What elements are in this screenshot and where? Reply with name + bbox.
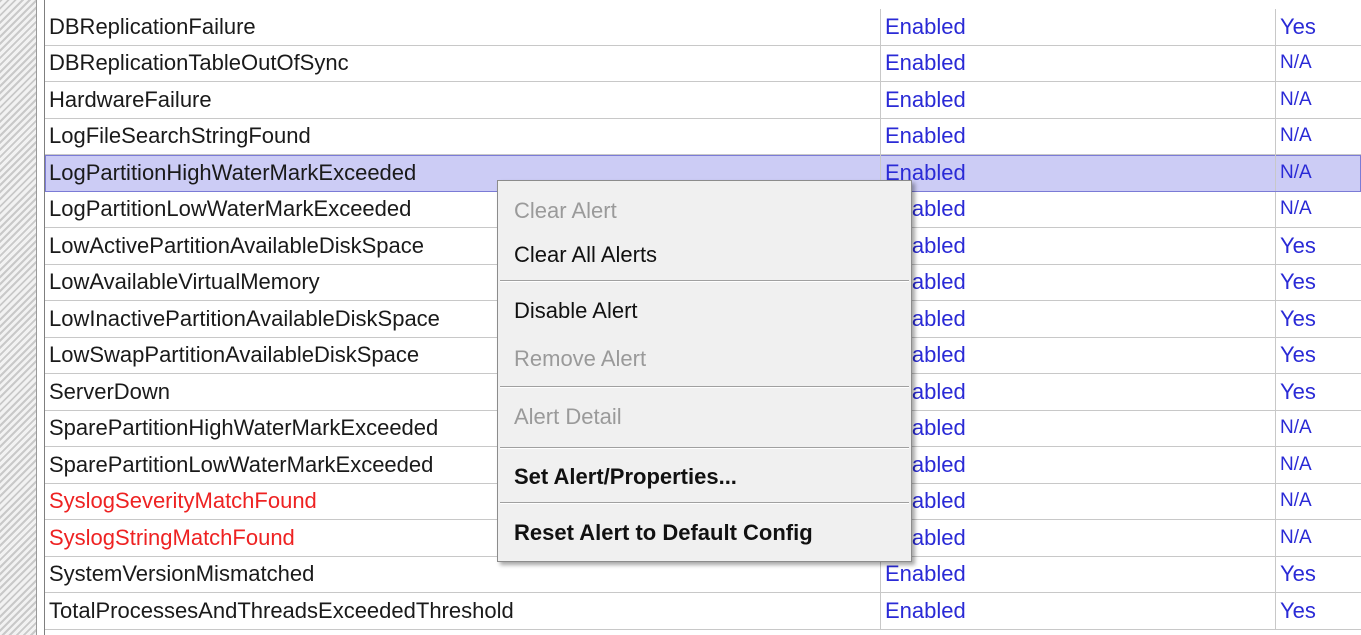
alert-status-cell[interactable]: Enabled [880, 337, 1275, 373]
menu-separator [500, 447, 909, 449]
table-row[interactable]: LogFileSearchStringFound Enabled N/A [45, 118, 1361, 155]
alert-status-cell[interactable]: Enabled [880, 520, 1275, 556]
left-splitter-edge [38, 0, 45, 635]
alert-name-cell[interactable]: TotalProcessesAndThreadsExceededThreshol… [45, 593, 878, 629]
menu-separator [500, 502, 909, 504]
alert-safe-flag-cell[interactable]: N/A [1275, 520, 1361, 556]
alert-safe-flag-cell[interactable]: Yes [1275, 337, 1361, 373]
alert-status-cell[interactable]: Enabled [880, 410, 1275, 446]
left-splitter-handle[interactable] [0, 0, 37, 635]
alert-safe-flag-cell[interactable]: N/A [1275, 118, 1361, 154]
table-row[interactable]: DBReplicationTableOutOfSync Enabled N/A [45, 45, 1361, 82]
alert-status-cell[interactable]: Enabled [880, 301, 1275, 337]
alert-safe-flag-cell[interactable]: Yes [1275, 9, 1361, 45]
alert-status-cell[interactable]: Enabled [880, 118, 1275, 154]
alert-context-menu: Clear Alert Clear All Alerts Disable Ale… [497, 180, 912, 562]
alert-safe-flag-cell[interactable]: N/A [1275, 483, 1361, 519]
alert-name-cell[interactable]: DBReplicationTableOutOfSync [45, 46, 878, 82]
alert-safe-flag-cell[interactable]: N/A [1275, 410, 1361, 446]
table-row[interactable]: HardwareFailure Enabled N/A [45, 82, 1361, 119]
menu-item-set-alert-properties[interactable]: Set Alert/Properties... [498, 455, 911, 499]
alert-status-cell[interactable]: Enabled [880, 556, 1275, 592]
alert-status-cell[interactable]: Enabled [880, 191, 1275, 227]
alert-safe-flag-cell[interactable]: N/A [1275, 82, 1361, 118]
menu-separator [500, 386, 909, 388]
alert-status-cell[interactable]: Enabled [880, 374, 1275, 410]
menu-item-remove-alert[interactable]: Remove Alert [498, 337, 911, 381]
table-row[interactable]: DBReplicationFailure Enabled Yes [45, 9, 1361, 46]
alert-status-cell[interactable]: Enabled [880, 155, 1275, 191]
alert-safe-flag-cell[interactable]: N/A [1275, 45, 1361, 81]
menu-separator [500, 280, 909, 282]
alert-status-cell[interactable]: Enabled [880, 483, 1275, 519]
menu-item-clear-all-alerts[interactable]: Clear All Alerts [498, 233, 911, 277]
alert-status-cell[interactable]: Enabled [880, 9, 1275, 45]
menu-item-reset-alert-default[interactable]: Reset Alert to Default Config [498, 511, 911, 555]
alert-safe-flag-cell[interactable]: Yes [1275, 593, 1361, 629]
alert-table-window: DBReplicationFailure Enabled Yes DBRepli… [0, 0, 1361, 635]
alert-safe-flag-cell[interactable]: Yes [1275, 264, 1361, 300]
alert-safe-flag-cell[interactable]: N/A [1275, 191, 1361, 227]
alert-status-cell[interactable]: Enabled [880, 447, 1275, 483]
menu-item-alert-detail[interactable]: Alert Detail [498, 395, 911, 439]
alert-safe-flag-cell[interactable]: N/A [1275, 155, 1361, 191]
alert-status-cell[interactable]: Enabled [880, 228, 1275, 264]
alert-safe-flag-cell[interactable]: Yes [1275, 301, 1361, 337]
menu-item-disable-alert[interactable]: Disable Alert [498, 289, 911, 333]
alert-status-cell[interactable]: Enabled [880, 593, 1275, 629]
alert-safe-flag-cell[interactable]: N/A [1275, 447, 1361, 483]
menu-item-clear-alert[interactable]: Clear Alert [498, 189, 911, 233]
alert-name-cell[interactable]: DBReplicationFailure [45, 9, 878, 45]
alert-name-cell[interactable]: LogFileSearchStringFound [45, 119, 878, 155]
table-row[interactable]: TotalProcessesAndThreadsExceededThreshol… [45, 593, 1361, 630]
alert-status-cell[interactable]: Enabled [880, 45, 1275, 81]
alert-name-cell[interactable]: HardwareFailure [45, 82, 878, 118]
alert-safe-flag-cell[interactable]: Yes [1275, 228, 1361, 264]
alert-safe-flag-cell[interactable]: Yes [1275, 556, 1361, 592]
alert-status-cell[interactable]: Enabled [880, 82, 1275, 118]
alert-safe-flag-cell[interactable]: Yes [1275, 374, 1361, 410]
alert-status-cell[interactable]: Enabled [880, 264, 1275, 300]
